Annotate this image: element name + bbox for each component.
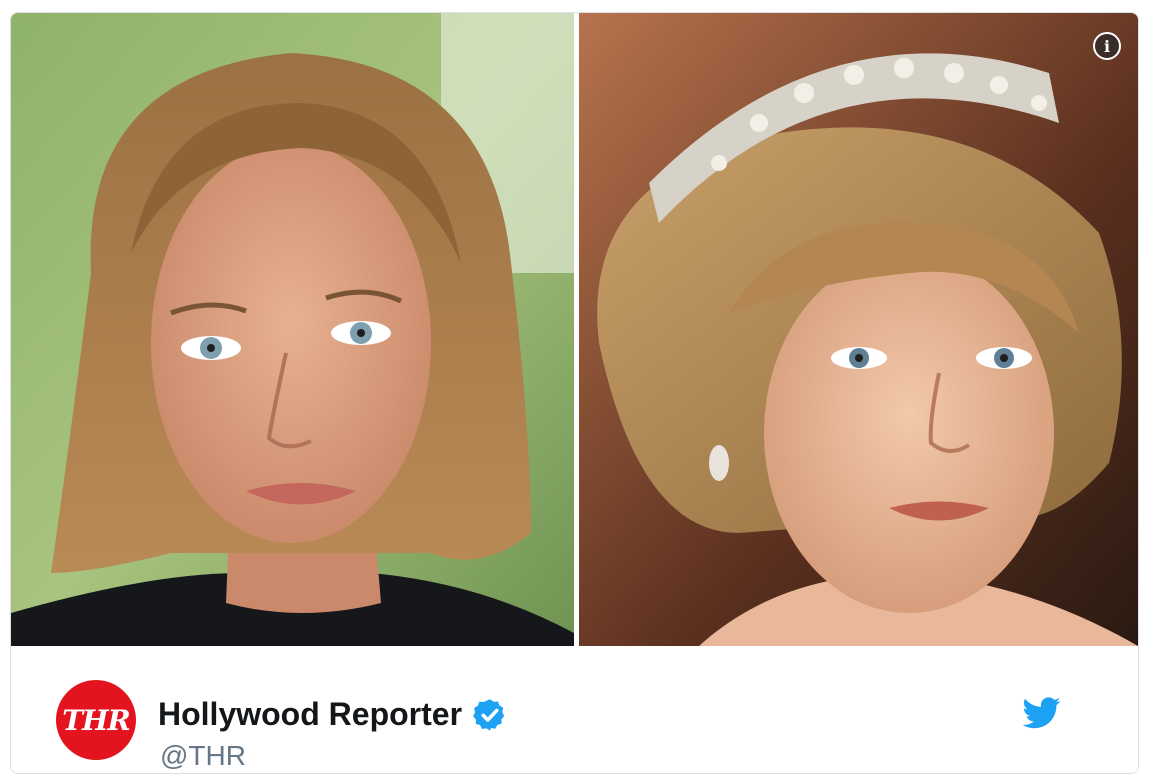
photo-left-image	[11, 13, 574, 646]
verified-badge-icon	[473, 698, 505, 731]
avatar-text: THR	[62, 703, 131, 737]
photo-right-image	[579, 13, 1138, 646]
display-name[interactable]: Hollywood Reporter	[158, 696, 508, 733]
tweet-card[interactable]: i THR Hollywood Reporter @THR	[10, 12, 1139, 774]
display-name-text[interactable]: Hollywood Reporter	[158, 696, 462, 733]
tweet-media: i	[11, 13, 1138, 646]
avatar[interactable]: THR	[56, 680, 136, 760]
info-glyph: i	[1103, 36, 1111, 56]
tweet-author-row: THR Hollywood Reporter @THR	[11, 646, 1138, 773]
twitter-bird-icon[interactable]	[1023, 696, 1061, 730]
photo-left[interactable]	[11, 13, 574, 646]
handle[interactable]: @THR	[160, 740, 246, 772]
info-icon[interactable]: i	[1093, 32, 1121, 60]
photo-right[interactable]	[579, 13, 1138, 646]
